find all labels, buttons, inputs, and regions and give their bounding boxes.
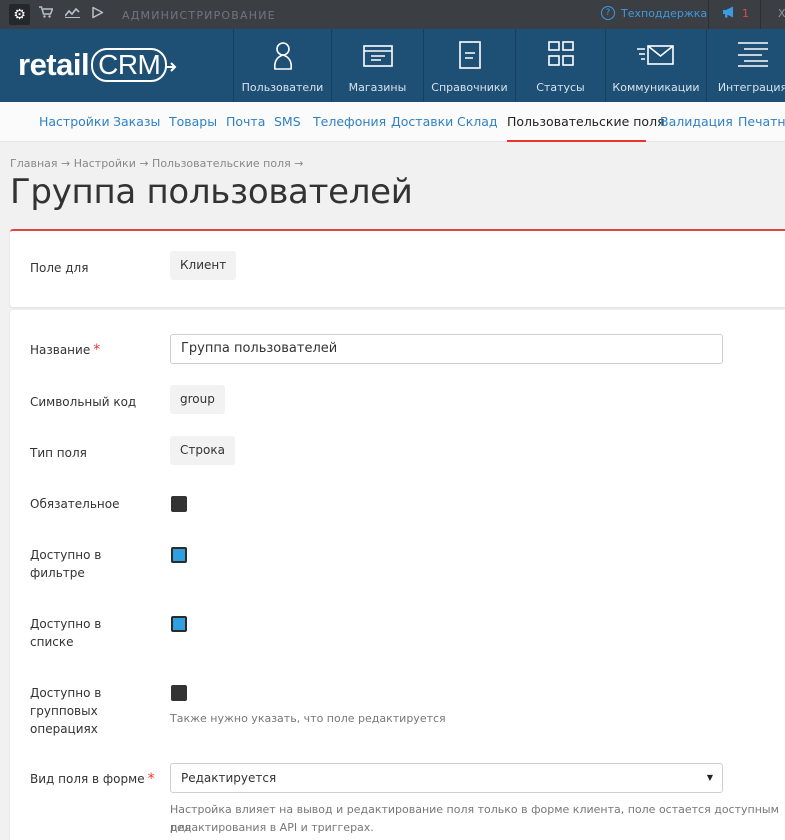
nav-label: Справочники bbox=[431, 81, 508, 94]
user-icon bbox=[273, 42, 292, 70]
type-label: Тип поля bbox=[30, 446, 87, 460]
required-label: Обязательное bbox=[30, 497, 120, 511]
retailcrm-logo[interactable]: retail CRM bbox=[18, 47, 179, 83]
filter-label-line1: Доступно в bbox=[30, 548, 102, 562]
top-bar: ⚙ АДМИНИСТРИРОВАНИЕ ? Техподдержка 1 Х bbox=[0, 0, 785, 29]
page-title: Группа пользователей bbox=[10, 172, 413, 212]
name-label-text: Название bbox=[30, 343, 91, 357]
nav-item-users[interactable]: Пользователи bbox=[233, 29, 331, 102]
nav-label: Статусы bbox=[536, 81, 585, 94]
field-for-card bbox=[10, 229, 785, 307]
subnav-custom-fields[interactable]: Пользовательские поля bbox=[507, 114, 665, 129]
nav-label: Коммуникации bbox=[612, 81, 700, 94]
filter-checkbox[interactable] bbox=[171, 547, 187, 563]
subnav-products[interactable]: Товары bbox=[169, 114, 217, 129]
list-label: Доступно в списке bbox=[30, 615, 101, 651]
subnav-warehouse[interactable]: Склад bbox=[457, 114, 498, 129]
main-nav: retail CRM Пользователи Магазины Справоч… bbox=[0, 29, 785, 102]
divider bbox=[708, 0, 709, 29]
required-checkbox[interactable] bbox=[171, 496, 187, 512]
subnav-sms[interactable]: SMS bbox=[274, 114, 301, 129]
type-value: Строка bbox=[170, 436, 235, 465]
nav-item-stores[interactable]: Магазины bbox=[331, 29, 423, 102]
field-for-label: Поле для bbox=[30, 261, 89, 275]
settings-subnav: Настройки Заказы Товары Почта SMS Телефо… bbox=[0, 102, 785, 142]
nav-item-integration[interactable]: Интеграция bbox=[706, 29, 785, 102]
group-ops-checkbox[interactable] bbox=[171, 685, 187, 701]
group-ops-hint: Также нужно указать, что поле редактируе… bbox=[170, 712, 446, 725]
group-ops-line3: операциях bbox=[30, 722, 98, 736]
subnav-telephony[interactable]: Телефония bbox=[313, 114, 386, 129]
view-select-value: Редактируется bbox=[181, 771, 277, 785]
logo-arrow-icon bbox=[165, 62, 177, 72]
field-settings-card bbox=[10, 310, 785, 840]
support-link[interactable]: ? Техподдержка bbox=[601, 6, 707, 20]
view-label: Вид поля в форме * bbox=[30, 770, 155, 788]
analytics-icon[interactable] bbox=[64, 6, 80, 23]
group-ops-line1: Доступно в bbox=[30, 686, 102, 700]
active-tab-underline bbox=[507, 140, 646, 142]
required-asterisk: * bbox=[147, 771, 155, 787]
communications-icon bbox=[637, 45, 674, 65]
cart-icon[interactable] bbox=[39, 6, 54, 23]
subnav-deliveries[interactable]: Доставки bbox=[391, 114, 453, 129]
nav-label: Пользователи bbox=[241, 81, 324, 94]
integration-icon bbox=[737, 42, 768, 67]
code-value: group bbox=[170, 385, 225, 414]
filter-label-line2: фильтре bbox=[30, 566, 85, 580]
name-input[interactable]: Группа пользователей bbox=[170, 334, 723, 364]
list-label-line1: Доступно в bbox=[30, 617, 102, 631]
logo-text: retail bbox=[18, 47, 90, 82]
user-menu[interactable]: Х bbox=[778, 7, 785, 20]
megaphone-icon bbox=[722, 6, 736, 21]
notifications-count: 1 bbox=[742, 7, 749, 20]
nav-item-references[interactable]: Справочники bbox=[423, 29, 515, 102]
logo-crm: CRM bbox=[91, 48, 168, 82]
nav-label: Интеграция bbox=[717, 81, 785, 94]
group-ops-line2: групповых bbox=[30, 704, 98, 718]
support-label: Техподдержка bbox=[621, 6, 708, 20]
code-label: Символьный код bbox=[30, 395, 137, 409]
subnav-print[interactable]: Печатны bbox=[738, 114, 785, 129]
statuses-icon bbox=[547, 41, 574, 66]
list-label-line2: списке bbox=[30, 635, 74, 649]
subnav-mail[interactable]: Почта bbox=[226, 114, 265, 129]
play-icon[interactable] bbox=[91, 6, 104, 24]
filter-label: Доступно в фильтре bbox=[30, 546, 101, 582]
breadcrumb[interactable]: Главная → Настройки → Пользовательские п… bbox=[10, 157, 303, 170]
view-label-text: Вид поля в форме bbox=[30, 772, 145, 786]
view-select[interactable]: Редактируется ▼ bbox=[170, 763, 723, 793]
required-asterisk: * bbox=[93, 342, 101, 358]
divider bbox=[760, 0, 761, 29]
view-hint-line2: редактирования в API и триггерах. bbox=[170, 821, 374, 834]
nav-label: Магазины bbox=[348, 81, 407, 94]
group-ops-label: Доступно в групповых операциях bbox=[30, 684, 101, 738]
subnav-orders[interactable]: Заказы bbox=[113, 114, 160, 129]
gear-icon[interactable]: ⚙ bbox=[9, 4, 30, 25]
chevron-down-icon: ▼ bbox=[706, 773, 713, 782]
field-for-value: Клиент bbox=[170, 251, 237, 280]
name-label: Название * bbox=[30, 341, 100, 359]
help-icon: ? bbox=[601, 6, 615, 20]
store-icon bbox=[362, 45, 393, 67]
admin-label: АДМИНИСТРИРОВАНИЕ bbox=[122, 9, 276, 22]
subnav-settings[interactable]: Настройки bbox=[39, 114, 110, 129]
nav-item-communications[interactable]: Коммуникации bbox=[605, 29, 706, 102]
notifications-button[interactable]: 1 bbox=[722, 6, 749, 21]
list-checkbox[interactable] bbox=[171, 616, 187, 632]
nav-item-statuses[interactable]: Статусы bbox=[515, 29, 605, 102]
book-icon bbox=[458, 41, 481, 69]
subnav-validation[interactable]: Валидация bbox=[660, 114, 733, 129]
